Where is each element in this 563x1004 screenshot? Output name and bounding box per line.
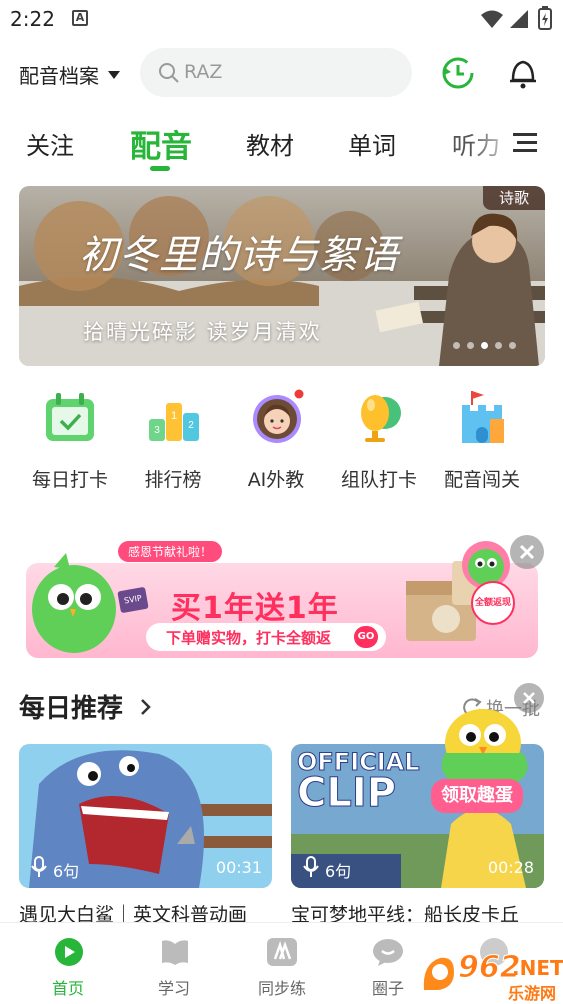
top-bar: 配音档案 RAZ	[0, 44, 563, 102]
bell-icon[interactable]	[507, 56, 539, 90]
banner-pagination	[453, 342, 516, 349]
menu-icon[interactable]	[513, 131, 537, 153]
search-placeholder: RAZ	[184, 61, 223, 83]
chat-bubble-icon	[373, 939, 403, 966]
quick-label: 组队打卡	[340, 469, 417, 491]
tab-textbook[interactable]: 教材	[246, 126, 294, 161]
sentence-count: 6句	[53, 862, 80, 881]
watermark-domain: .NET	[512, 956, 563, 980]
team-microphone-icon	[361, 395, 401, 442]
nav-study[interactable]: 学习	[134, 923, 214, 1003]
profile-label: 配音档案	[19, 64, 99, 88]
banner-category-tag: 诗歌	[483, 186, 545, 210]
play-home-icon	[55, 938, 83, 966]
hero-banner[interactable]: 诗歌 初冬里的诗与絮语 拾晴光碎影 读岁月清欢	[19, 186, 545, 366]
search-icon	[159, 63, 179, 83]
pagination-dot	[453, 342, 460, 349]
svg-text:3: 3	[154, 425, 160, 436]
chevron-right-icon[interactable]	[140, 698, 152, 716]
nav-home[interactable]: 首页	[28, 923, 108, 1003]
pagination-dot	[467, 342, 474, 349]
svg-text:1: 1	[171, 410, 177, 422]
close-icon	[519, 544, 535, 560]
podium-icon: 13 2	[149, 403, 199, 441]
tab-follow[interactable]: 关注	[26, 126, 74, 161]
quick-label: 配音闯关	[443, 469, 520, 491]
calendar-check-icon	[46, 393, 94, 441]
nav-label: 学习	[157, 979, 190, 998]
watermark-logo-icon	[423, 957, 454, 990]
promo-cashback-badge: 全额返现	[471, 581, 515, 625]
promo-subline-pill: 下单赠实物，打卡全额返 GO	[146, 623, 386, 651]
ai-tutor-avatar-icon	[253, 389, 304, 443]
site-watermark: 962 .NET 乐游网	[420, 950, 563, 1003]
quick-label: 排行榜	[144, 469, 202, 491]
history-clock-icon[interactable]	[440, 55, 476, 91]
egg-close-button[interactable]	[514, 683, 544, 713]
nav-label: 同步练	[257, 979, 306, 998]
banner-subtitle: 拾晴光碎影 读岁月清欢	[83, 320, 322, 344]
video-duration: 00:31	[215, 858, 262, 877]
nav-sync-practice[interactable]: 同步练	[242, 923, 322, 1003]
wifi-icon	[481, 10, 503, 28]
owl-mascot-icon	[32, 553, 116, 653]
nav-label: 首页	[51, 979, 84, 998]
active-tab-indicator	[150, 166, 170, 171]
tab-dubbing[interactable]: 配音	[130, 121, 192, 166]
castle-flag-icon	[462, 391, 504, 443]
signal-icon	[510, 10, 528, 28]
banner-title: 初冬里的诗与絮语	[79, 233, 400, 278]
category-tabs: 关注 配音 教材 单词 听力	[0, 118, 563, 174]
recommend-title: 每日推荐	[19, 694, 124, 724]
close-icon	[523, 692, 535, 704]
nav-label: 圈子	[371, 979, 404, 998]
promo-close-button[interactable]	[510, 535, 544, 569]
book-icon	[162, 940, 188, 965]
notification-a-icon: A	[72, 10, 88, 26]
nav-circle[interactable]: 圈子	[348, 923, 428, 1003]
video-card[interactable]: 6句 00:31	[19, 744, 272, 888]
microphone-icon	[31, 856, 47, 877]
promo-ribbon: 感恩节献礼啦！	[118, 541, 223, 562]
promo-subline: 下单赠实物，打卡全额返	[166, 629, 332, 647]
watermark-site-name: 乐游网	[508, 984, 557, 1003]
overlay-clip: CLIP	[296, 770, 397, 817]
promo-banner[interactable]: 感恩节献礼啦！ SVIP 买1年送1年 下单赠实物，打卡全额返 GO 全额返现	[26, 535, 544, 660]
battery-icon	[538, 6, 552, 30]
pagination-dot	[509, 342, 516, 349]
profile-dropdown[interactable]: 配音档案	[19, 60, 121, 89]
quick-label: AI外教	[247, 469, 305, 491]
floating-egg-widget[interactable]: 领取趣蛋	[425, 683, 550, 823]
microphone-icon	[303, 856, 319, 877]
promo-headline: 买1年送1年	[171, 591, 339, 626]
pagination-dot-active	[481, 342, 488, 349]
quick-label: 每日打卡	[31, 469, 108, 491]
svg-text:2: 2	[188, 420, 194, 431]
status-time: 2:22	[10, 7, 55, 31]
chevron-down-icon	[108, 70, 120, 79]
tab-words[interactable]: 单词	[348, 126, 396, 161]
sync-practice-icon	[267, 938, 297, 966]
egg-label: 领取趣蛋	[431, 779, 523, 813]
sentence-count: 6句	[325, 862, 352, 881]
video-duration: 00:28	[487, 858, 534, 877]
quick-actions: 每日打卡 13 2 排行榜 AI外教 组队打卡 配音闯关	[0, 385, 563, 495]
status-bar: 2:22 A	[0, 0, 563, 38]
promo-go-button[interactable]: GO	[354, 626, 378, 648]
pagination-dot	[495, 342, 502, 349]
search-box[interactable]: RAZ	[140, 48, 412, 97]
